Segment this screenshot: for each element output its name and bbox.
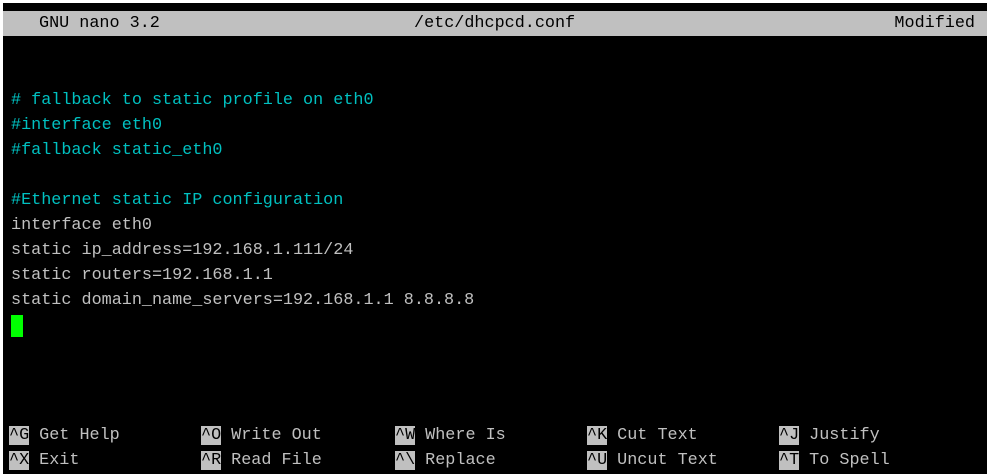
shortcut-to-spell[interactable]: ^T To Spell bbox=[779, 448, 890, 473]
shortcut-write-out[interactable]: ^O Write Out bbox=[201, 423, 322, 448]
shortcut-get-help[interactable]: ^G Get Help bbox=[9, 423, 120, 448]
shortcut-row: ^X Exit ^R Read File ^\ Replace ^U Uncut Tex… bbox=[3, 448, 987, 473]
shortcut-read-file[interactable]: ^R Read File bbox=[201, 448, 322, 473]
shortcut-label: Where Is bbox=[425, 426, 506, 445]
terminal-window[interactable]: GNU nano 3.2 /etc/dhcpcd.conf Modified #… bbox=[3, 3, 987, 474]
shortcut-label: To Spell bbox=[809, 451, 890, 470]
editor-line[interactable]: # fallback to static profile on eth0 bbox=[11, 88, 981, 113]
app-version: GNU nano 3.2 bbox=[39, 14, 160, 33]
shortcut-cut-text[interactable]: ^K Cut Text bbox=[587, 423, 698, 448]
shortcut-key: ^\ bbox=[395, 451, 416, 470]
editor-cursor-line[interactable] bbox=[11, 313, 981, 338]
editor-line[interactable]: #interface eth0 bbox=[11, 113, 981, 138]
editor-line[interactable] bbox=[11, 163, 981, 188]
shortcut-key: ^G bbox=[9, 426, 30, 445]
shortcut-row: ^G Get Help ^O Write Out ^W Where Is ^K Cut … bbox=[3, 423, 987, 448]
shortcut-label: Uncut Text bbox=[617, 451, 718, 470]
file-name: /etc/dhcpcd.conf bbox=[414, 14, 576, 33]
shortcut-key: ^T bbox=[779, 451, 800, 470]
shortcut-key: ^X bbox=[9, 451, 30, 470]
shortcut-label: Cut Text bbox=[617, 426, 698, 445]
shortcut-label: Replace bbox=[425, 451, 496, 470]
shortcut-key: ^K bbox=[587, 426, 608, 445]
editor-buffer[interactable]: # fallback to static profile on eth0 #in… bbox=[11, 63, 981, 338]
shortcut-label: Justify bbox=[809, 426, 880, 445]
editor-line[interactable]: #fallback static_eth0 bbox=[11, 138, 981, 163]
shortcut-justify[interactable]: ^J Justify bbox=[779, 423, 880, 448]
editor-line[interactable] bbox=[11, 63, 981, 88]
shortcut-uncut-text[interactable]: ^U Uncut Text bbox=[587, 448, 718, 473]
shortcut-label: Get Help bbox=[39, 426, 120, 445]
shortcut-replace[interactable]: ^\ Replace bbox=[395, 448, 496, 473]
editor-line[interactable]: static domain_name_servers=192.168.1.1 8… bbox=[11, 288, 981, 313]
editor-line[interactable]: interface eth0 bbox=[11, 213, 981, 238]
shortcut-key: ^J bbox=[779, 426, 800, 445]
editor-line[interactable]: static routers=192.168.1.1 bbox=[11, 263, 981, 288]
editor-line[interactable]: #Ethernet static IP configuration bbox=[11, 188, 981, 213]
shortcut-label: Read File bbox=[231, 451, 322, 470]
shortcut-key: ^U bbox=[587, 451, 608, 470]
shortcut-key: ^W bbox=[395, 426, 416, 445]
shortcut-key: ^R bbox=[201, 451, 222, 470]
modified-status: Modified bbox=[894, 14, 975, 33]
shortcut-key: ^O bbox=[201, 426, 222, 445]
shortcut-bar: ^G Get Help ^O Write Out ^W Where Is ^K Cut … bbox=[3, 423, 987, 473]
shortcut-label: Write Out bbox=[231, 426, 322, 445]
editor-line[interactable]: static ip_address=192.168.1.111/24 bbox=[11, 238, 981, 263]
nano-title-bar: GNU nano 3.2 /etc/dhcpcd.conf Modified bbox=[3, 11, 987, 36]
text-cursor bbox=[11, 315, 23, 337]
shortcut-where-is[interactable]: ^W Where Is bbox=[395, 423, 506, 448]
shortcut-label: Exit bbox=[39, 451, 80, 470]
shortcut-exit[interactable]: ^X Exit bbox=[9, 448, 79, 473]
